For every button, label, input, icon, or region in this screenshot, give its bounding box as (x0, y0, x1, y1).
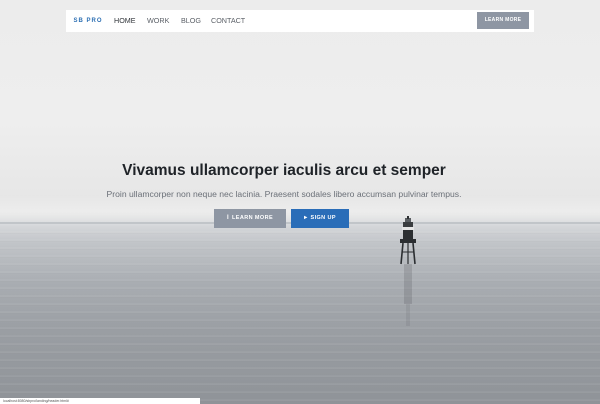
sign-up-button[interactable]: ▸ SIGN UP (291, 209, 349, 228)
nav-link-contact[interactable]: CONTACT (211, 10, 245, 32)
brand-logo[interactable]: SB PRO (66, 10, 110, 32)
nav-link-home[interactable]: HOME (114, 10, 136, 32)
hero-background (0, 0, 600, 404)
hero-subheadline: Proin ullamcorper non neque nec lacinia.… (106, 189, 462, 199)
hero-headline: Vivamus ullamcorper iaculis arcu et semp… (122, 162, 446, 179)
nav-learn-more-button[interactable]: LEARN MORE (477, 12, 529, 29)
nav-link-work[interactable]: WORK (147, 10, 169, 32)
sign-up-label: SIGN UP (310, 215, 336, 221)
megaphone-icon: ▸ (304, 215, 308, 221)
info-icon: i (226, 215, 230, 221)
top-navbar: SB PRO HOME WORK BLOG CONTACT LEARN MORE (66, 10, 534, 32)
water-surface (0, 226, 600, 404)
learn-more-label: LEARN MORE (232, 215, 274, 221)
browser-status-bar: localhost:8080/sbpro/landing/header.html… (0, 398, 200, 404)
learn-more-button[interactable]: i LEARN MORE (214, 209, 286, 228)
nav-link-blog[interactable]: BLOG (181, 10, 201, 32)
buoy-structure (400, 216, 416, 326)
